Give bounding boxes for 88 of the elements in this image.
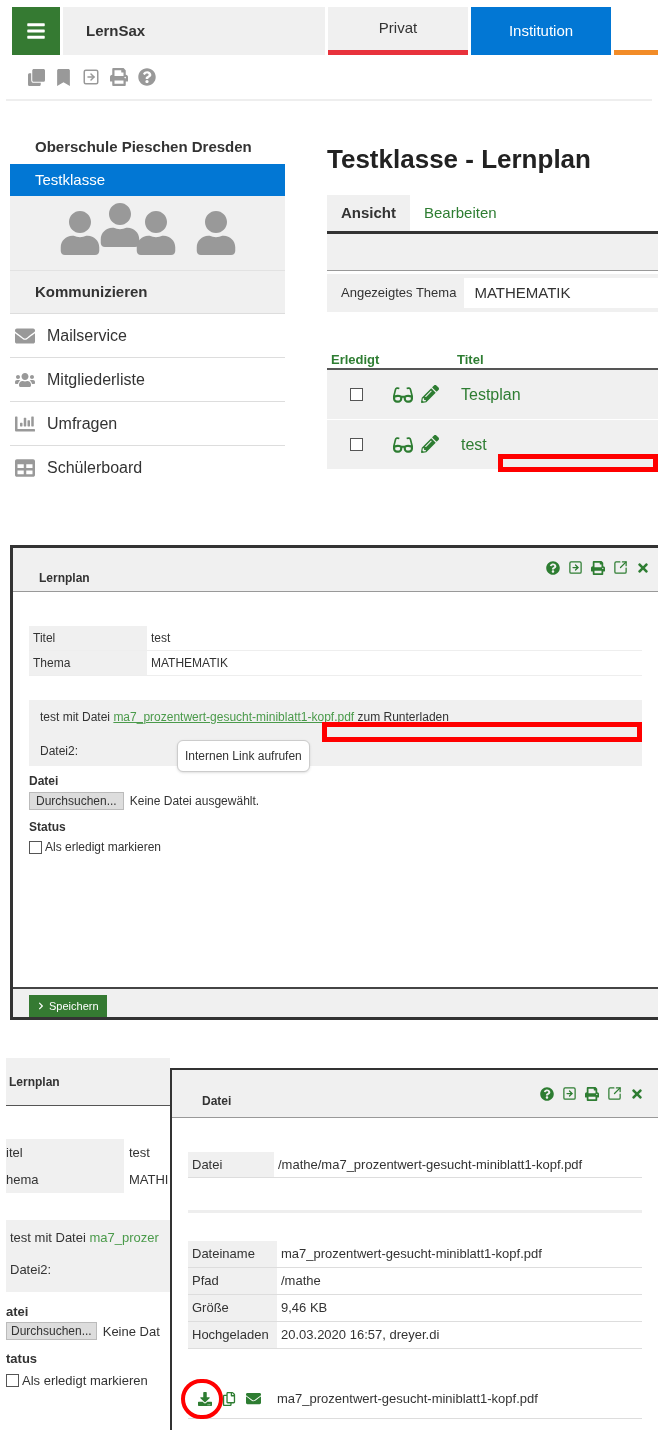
- field-value: /mathe: [280, 1272, 321, 1291]
- file-name[interactable]: ma7_prozentwert-gesucht-miniblatt1-kopf.pdf: [277, 1388, 538, 1409]
- pencil-icon[interactable]: [421, 384, 439, 403]
- nav-tab[interactable]: Privat: [328, 7, 468, 55]
- checkbox-label: Als erledigt markieren: [22, 1371, 148, 1390]
- column-header[interactable]: Erledigt: [327, 350, 385, 368]
- field-value: 9,46 KB: [280, 1299, 328, 1318]
- done-checkbox[interactable]: [29, 840, 42, 854]
- section-label: Datei: [29, 773, 60, 790]
- print-icon[interactable]: [591, 560, 605, 575]
- nav-tab-edge: [614, 50, 658, 55]
- plan-title-link[interactable]: Testplan: [461, 382, 521, 407]
- no-file-text: Keine Datei ausgewählt.: [129, 793, 260, 810]
- field-value: test: [150, 630, 171, 647]
- external-window-icon[interactable]: [613, 560, 628, 575]
- field-label: Hochgeladen: [188, 1322, 277, 1348]
- view-tab[interactable]: Ansicht: [327, 195, 410, 231]
- chevron-icon: [37, 1002, 45, 1010]
- done-checkbox[interactable]: [6, 1373, 19, 1387]
- tooltip: Internen Link aufrufen: [177, 740, 310, 772]
- checkbox-label: Als erledigt markieren: [45, 839, 162, 856]
- external-window-icon[interactable]: [607, 1086, 622, 1101]
- filter-label: Angezeigtes Thema: [341, 284, 457, 303]
- print-icon[interactable]: [110, 68, 128, 86]
- no-file-text: Keine Dat: [102, 1322, 160, 1341]
- help-icon[interactable]: [138, 68, 156, 86]
- nav-tab[interactable]: Institution: [471, 7, 611, 55]
- field-label: Thema: [29, 651, 147, 675]
- field-label: Größe: [188, 1295, 277, 1321]
- field-label: Dateiname: [188, 1241, 277, 1267]
- section-label: Status: [29, 819, 67, 836]
- school-name: Oberschule Pieschen Dresden: [34, 137, 253, 157]
- bookmark-icon[interactable]: [55, 68, 72, 86]
- menu-icon: [26, 21, 46, 41]
- pencil-icon[interactable]: [421, 434, 439, 453]
- enter-icon[interactable]: [82, 68, 100, 86]
- close-icon[interactable]: [630, 1086, 644, 1101]
- description-text: test mit Datei ma7_prozentwert-gesucht-miniblatt1-kopf.pdf zum Runterladen: [40, 709, 450, 726]
- field-value: ma7_prozentwert-gesucht-miniblatt1-kopf.pdf: [280, 1245, 542, 1264]
- enter-icon[interactable]: [562, 1086, 577, 1101]
- dialog-title: Datei: [202, 1092, 232, 1110]
- field-label: hema: [6, 1166, 124, 1193]
- save-button[interactable]: Speichern: [29, 995, 107, 1017]
- topic-select[interactable]: MATHEMATIK: [464, 278, 658, 308]
- field-value: MATHEMATIK: [150, 655, 228, 672]
- glasses-icon[interactable]: [393, 384, 413, 405]
- browse-button[interactable]: Durchsuchen...: [6, 1322, 97, 1341]
- dialog-title: Lernplan: [39, 570, 90, 587]
- print-icon[interactable]: [585, 1086, 599, 1101]
- windows-icon[interactable]: [28, 68, 45, 86]
- field-label: Titel: [29, 626, 147, 650]
- done-checkbox[interactable]: [349, 388, 363, 401]
- field-label: itel: [6, 1139, 124, 1166]
- section-heading: Kommunizieren: [10, 270, 285, 313]
- menu-button[interactable]: [12, 7, 60, 55]
- field-value: MATHI: [128, 1170, 169, 1189]
- nav-item[interactable]: Mailservice: [10, 313, 285, 357]
- field-label: Datei: [188, 1152, 274, 1177]
- file2-label: Datei2:: [10, 1260, 53, 1279]
- brand-title: LernSax: [63, 7, 325, 55]
- field-value: test: [128, 1143, 150, 1162]
- section-label: tatus: [6, 1350, 39, 1368]
- background-dialog-header: Lernplan: [6, 1058, 170, 1106]
- done-checkbox[interactable]: [349, 438, 363, 451]
- field-value: 20.03.2020 16:57, dreyer.di: [280, 1326, 440, 1345]
- view-tab[interactable]: Bearbeiten: [410, 195, 511, 231]
- section-label: atei: [6, 1303, 30, 1321]
- nav-item[interactable]: Mitgliederliste: [10, 357, 285, 401]
- download-icon[interactable]: [198, 1391, 212, 1406]
- close-icon[interactable]: [636, 560, 650, 575]
- field-value: /mathe/ma7_prozentwert-gesucht-miniblatt1-kopf.pdf: [277, 1155, 583, 1174]
- field-label: Pfad: [188, 1268, 277, 1294]
- nav-item[interactable]: Umfragen: [10, 401, 285, 445]
- enter-icon[interactable]: [568, 560, 583, 575]
- browse-button[interactable]: Durchsuchen...: [29, 792, 124, 810]
- help-icon[interactable]: [540, 1086, 554, 1101]
- envelope-icon[interactable]: [246, 1391, 261, 1406]
- board-icon: [15, 457, 35, 478]
- copy-icon[interactable]: [222, 1391, 236, 1406]
- file2-label: Datei2:: [40, 743, 80, 760]
- column-header[interactable]: Titel: [457, 350, 484, 368]
- plan-title-link[interactable]: test: [461, 432, 487, 457]
- help-icon[interactable]: [546, 560, 560, 575]
- nav-item[interactable]: Schülerboard: [10, 445, 285, 489]
- page-title: Testklasse - Lernplan: [327, 143, 592, 176]
- group-item[interactable]: Testklasse: [10, 164, 285, 196]
- glasses-icon[interactable]: [393, 434, 413, 455]
- description-text: test mit Datei ma7_prozer: [10, 1229, 160, 1247]
